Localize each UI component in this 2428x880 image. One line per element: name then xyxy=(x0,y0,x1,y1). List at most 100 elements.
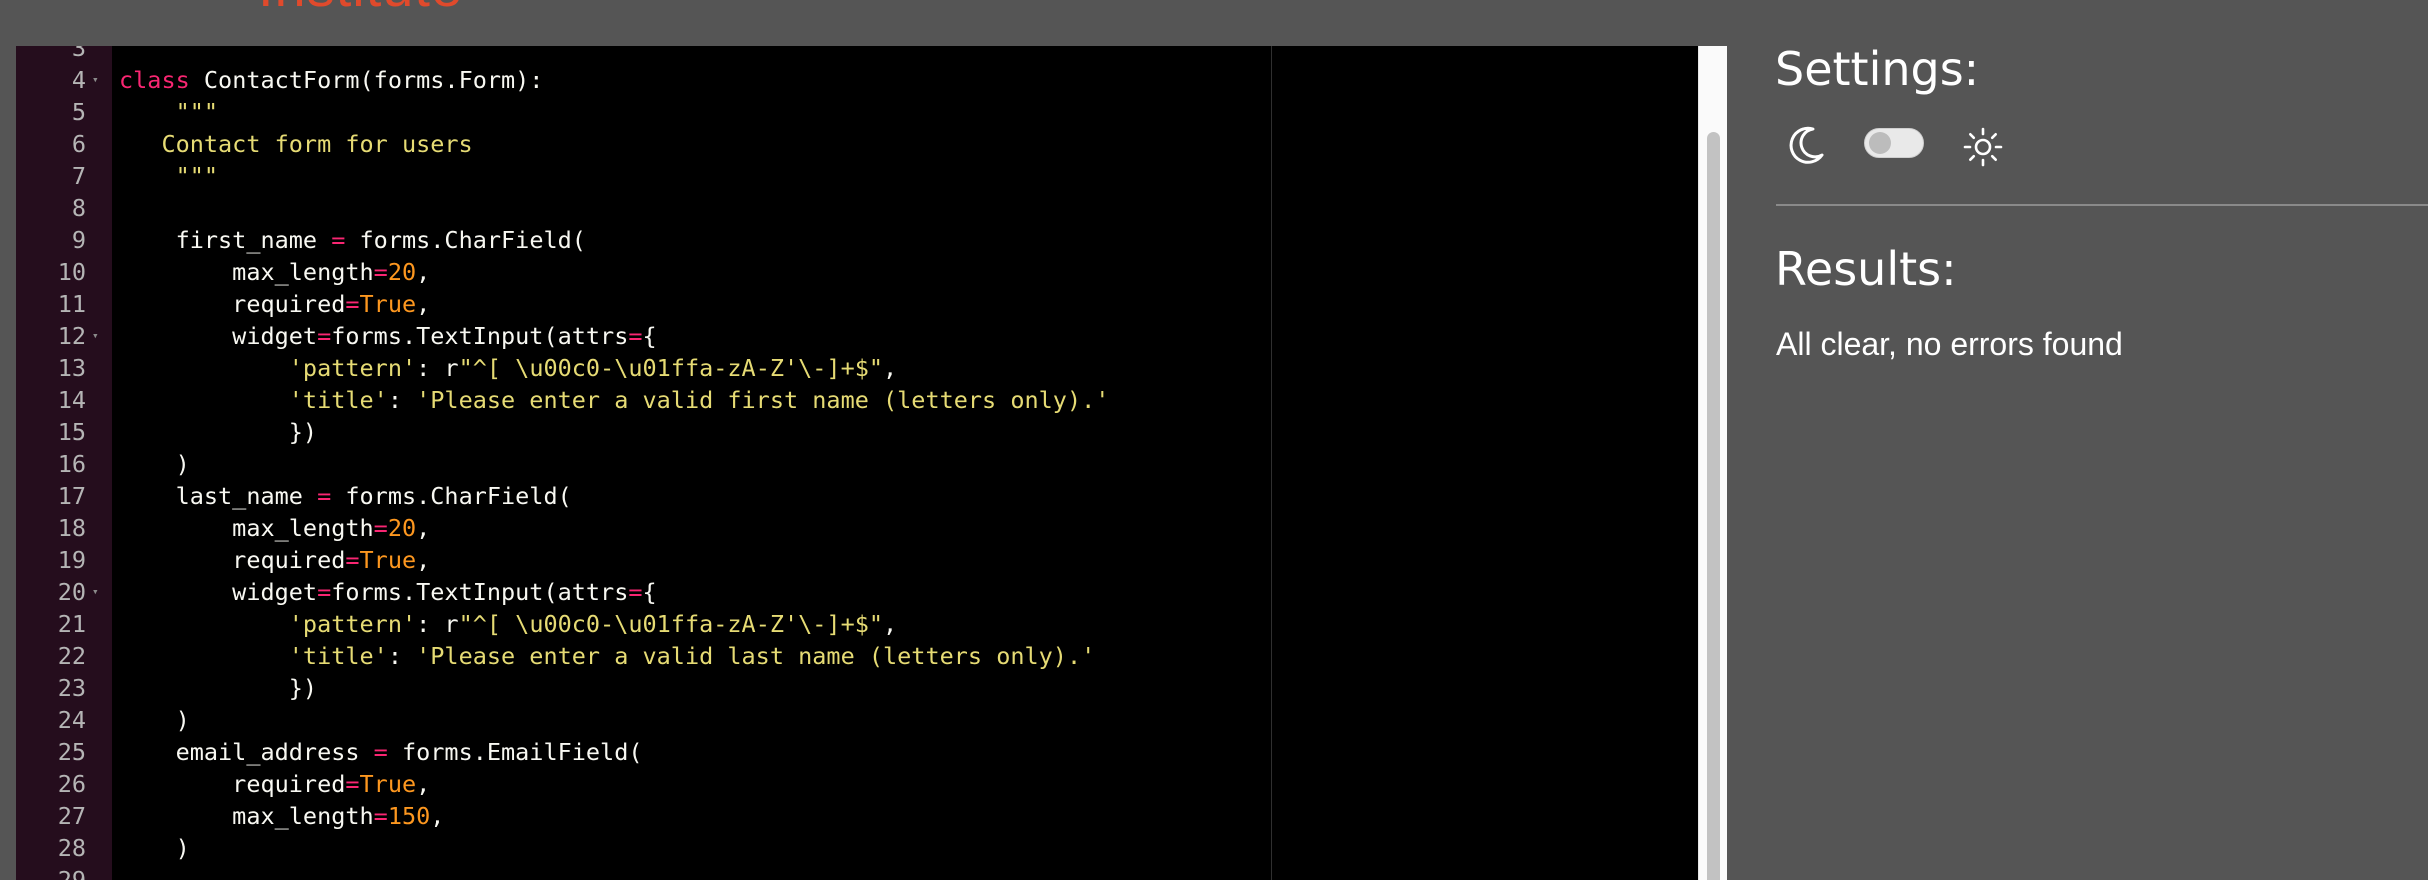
code-text: 'title': 'Please enter a valid last name… xyxy=(119,640,1095,672)
code-text: required=True, xyxy=(119,288,430,320)
code-token: ) xyxy=(119,450,190,478)
code-token: = xyxy=(317,482,332,510)
code-token: , xyxy=(883,610,898,638)
code-token: forms.CharField( xyxy=(345,226,586,254)
line-number: 15 xyxy=(57,418,86,446)
code-line[interactable]: 17 last_name = forms.CharField( xyxy=(16,480,1726,512)
code-token: max_length xyxy=(119,258,374,286)
code-line[interactable]: 25 email_address = forms.EmailField( xyxy=(16,736,1726,768)
line-number: 29 xyxy=(57,866,86,880)
line-number: 6 xyxy=(71,130,86,158)
line-number: 10 xyxy=(57,258,86,286)
code-token: , xyxy=(416,514,431,542)
code-line[interactable]: 14 'title': 'Please enter a valid first … xyxy=(16,384,1726,416)
code-text: max_length=150, xyxy=(119,800,444,832)
editor-scrollbar[interactable] xyxy=(1698,46,1727,880)
code-token: : xyxy=(387,642,417,670)
code-text: widget=forms.TextInput(attrs={ xyxy=(119,576,657,608)
code-token: = xyxy=(373,802,388,830)
code-line[interactable]: 28 ) xyxy=(16,832,1726,864)
code-token: required xyxy=(119,546,346,574)
code-line[interactable]: 3 xyxy=(16,46,1726,64)
code-token: forms.TextInput(attrs xyxy=(331,578,629,606)
code-text: }) xyxy=(119,672,317,704)
code-token: True xyxy=(359,290,417,318)
code-token: , xyxy=(883,354,898,382)
code-line[interactable]: 9 first_name = forms.CharField( xyxy=(16,224,1726,256)
code-text: class ContactForm(forms.Form): xyxy=(119,64,543,96)
code-token: widget xyxy=(119,578,318,606)
code-line[interactable]: 24 ) xyxy=(16,704,1726,736)
code-line[interactable]: 12 ▾ widget=forms.TextInput(attrs={ xyxy=(16,320,1726,352)
code-token: = xyxy=(317,322,332,350)
line-number: 23 xyxy=(57,674,86,702)
fold-arrow-icon[interactable]: ▾ xyxy=(92,320,99,352)
code-token: """ xyxy=(119,98,219,126)
code-token: Contact form for users xyxy=(119,130,473,158)
code-line[interactable]: 4 ▾ class ContactForm(forms.Form): xyxy=(16,64,1726,96)
scrollbar-thumb[interactable] xyxy=(1707,132,1720,880)
code-line[interactable]: 5 """ xyxy=(16,96,1726,128)
page-title: Institute xyxy=(258,0,463,19)
code-token: required xyxy=(119,770,346,798)
code-line[interactable]: 22 'title': 'Please enter a valid last n… xyxy=(16,640,1726,672)
code-line[interactable]: 20 ▾ widget=forms.TextInput(attrs={ xyxy=(16,576,1726,608)
code-lines[interactable]: 3 4 ▾ class ContactForm(forms.Form): 5 """ 6 … xyxy=(16,46,1726,880)
code-line[interactable]: 23 }) xyxy=(16,672,1726,704)
code-line[interactable]: 10 max_length=20, xyxy=(16,256,1726,288)
code-line[interactable]: 8 xyxy=(16,192,1726,224)
code-line[interactable]: 18 max_length=20, xyxy=(16,512,1726,544)
code-token: , xyxy=(416,770,431,798)
code-text: email_address = forms.EmailField( xyxy=(119,736,643,768)
line-number: 14 xyxy=(57,386,86,414)
code-line[interactable]: 15 }) xyxy=(16,416,1726,448)
fold-arrow-icon[interactable]: ▾ xyxy=(92,64,99,96)
settings-title: Settings: xyxy=(1775,42,1980,96)
fold-arrow-icon[interactable]: ▾ xyxy=(92,576,99,608)
line-number: 21 xyxy=(57,610,86,638)
line-number: 12 xyxy=(57,322,86,350)
code-text: widget=forms.TextInput(attrs={ xyxy=(119,320,657,352)
theme-toggle[interactable] xyxy=(1864,128,1924,158)
code-line[interactable]: 19 required=True, xyxy=(16,544,1726,576)
code-token: 'title' xyxy=(288,642,388,670)
code-token: = xyxy=(373,258,388,286)
code-line[interactable]: 27 max_length=150, xyxy=(16,800,1726,832)
code-token: = xyxy=(331,226,346,254)
code-token: forms.EmailField( xyxy=(387,738,643,766)
code-editor[interactable]: 3 4 ▾ class ContactForm(forms.Form): 5 """ 6 … xyxy=(16,46,1726,880)
code-token: }) xyxy=(119,418,318,446)
code-token: required xyxy=(119,290,346,318)
page: Institute 34▾class ContactForm(forms.For… xyxy=(0,0,2428,880)
line-number: 13 xyxy=(57,354,86,382)
code-token: 'Please enter a valid last name (letters… xyxy=(416,642,1096,670)
code-token: , xyxy=(416,258,431,286)
code-token: True xyxy=(359,770,417,798)
code-line[interactable]: 26 required=True, xyxy=(16,768,1726,800)
code-token: = xyxy=(373,738,388,766)
code-line[interactable]: 7 """ xyxy=(16,160,1726,192)
code-token: = xyxy=(317,578,332,606)
code-token: , xyxy=(430,802,445,830)
code-token: }) xyxy=(119,674,318,702)
code-text: 'title': 'Please enter a valid first nam… xyxy=(119,384,1110,416)
line-number: 9 xyxy=(71,226,86,254)
code-line[interactable]: 21 'pattern': r"^[ \u00c0-\u01ffa-zA-Z'\… xyxy=(16,608,1726,640)
code-text: first_name = forms.CharField( xyxy=(119,224,586,256)
code-line[interactable]: 11 required=True, xyxy=(16,288,1726,320)
line-number: 20 xyxy=(57,578,86,606)
code-token: ) xyxy=(119,706,190,734)
code-line[interactable]: 13 'pattern': r"^[ \u00c0-\u01ffa-zA-Z'\… xyxy=(16,352,1726,384)
code-token: "^[ \u00c0-\u01ffa-zA-Z'\-]+$" xyxy=(458,610,884,638)
code-line[interactable]: 6 Contact form for users xyxy=(16,128,1726,160)
code-text: required=True, xyxy=(119,544,430,576)
code-text: 'pattern': r"^[ \u00c0-\u01ffa-zA-Z'\-]+… xyxy=(119,608,897,640)
code-token: : r xyxy=(416,610,459,638)
code-line[interactable]: 16 ) xyxy=(16,448,1726,480)
code-token: max_length xyxy=(119,802,374,830)
code-line[interactable]: 29 xyxy=(16,864,1726,880)
code-token: = xyxy=(373,514,388,542)
